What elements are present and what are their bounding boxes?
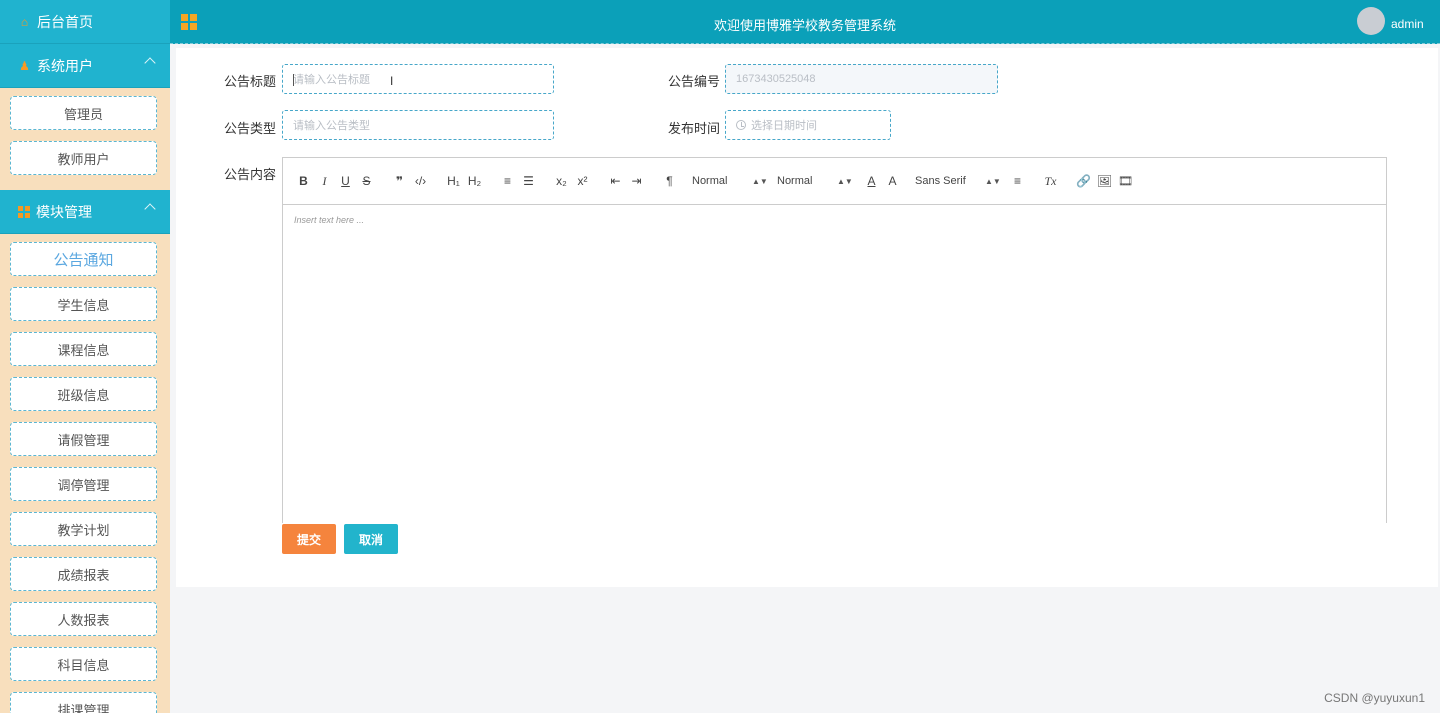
type-label: 公告类型 (224, 121, 277, 136)
align-icon[interactable]: ≡ (1007, 172, 1028, 190)
bullet-list-icon[interactable]: ☰ (518, 172, 539, 190)
sidebar-item-courses[interactable]: 课程信息 (10, 332, 157, 366)
number-value: 1673430525048 (736, 73, 816, 85)
sidebar: ⌂ 后台首页 ♟ 系统用户 管理员 教师用户 模块管理 公告通知 学生信息 课程… (0, 0, 170, 713)
sidebar-sublist-system-users: 管理员 教师用户 (0, 88, 170, 190)
title-input[interactable]: 请输入公告标题 I (282, 64, 554, 94)
video-icon[interactable]: 🎞 (1115, 172, 1136, 190)
sidebar-group-label: 模块管理 (36, 203, 92, 220)
sidebar-group-system-users[interactable]: ♟ 系统用户 (0, 44, 170, 88)
sidebar-home-label: 后台首页 (37, 13, 93, 30)
username[interactable]: admin (1391, 17, 1424, 31)
sidebar-item-notices[interactable]: 公告通知 (10, 242, 157, 276)
editor-toolbar: B I U S ❞ ‹/› H₁ H₂ ≡ ☰ x₂ x² ⇤ ⇥ ¶ Norm… (283, 158, 1386, 205)
sidebar-item-teacher-users[interactable]: 教师用户 (10, 141, 157, 175)
underline-button[interactable]: U (335, 172, 356, 190)
number-label: 公告编号 (668, 74, 721, 89)
sidebar-item-admin[interactable]: 管理员 (10, 96, 157, 130)
blockquote-icon[interactable]: ❞ (389, 172, 410, 190)
code-block-icon[interactable]: ‹/› (410, 172, 431, 190)
time-placeholder: 选择日期时间 (751, 120, 817, 132)
image-icon[interactable]: 🖼 (1094, 172, 1115, 190)
type-placeholder: 请输入公告类型 (293, 120, 370, 132)
sidebar-item-headcount-report[interactable]: 人数报表 (10, 602, 157, 636)
text-direction-icon[interactable]: ¶ (659, 172, 680, 190)
content-label: 公告内容 (224, 167, 277, 182)
type-input[interactable]: 请输入公告类型 (282, 110, 554, 140)
sidebar-item-scheduling[interactable]: 排课管理 (10, 692, 157, 713)
cancel-button[interactable]: 取消 (344, 524, 398, 554)
link-icon[interactable]: 🔗 (1073, 172, 1094, 190)
rich-text-editor: B I U S ❞ ‹/› H₁ H₂ ≡ ☰ x₂ x² ⇤ ⇥ ¶ Norm… (282, 157, 1387, 523)
text-caret (293, 74, 294, 86)
user-icon: ♟ (19, 58, 30, 73)
size-picker[interactable]: Normal ▲▼ (692, 172, 777, 190)
page-title: 欢迎使用博雅学校教务管理系统 (713, 18, 896, 33)
header-picker-label: Normal (777, 175, 813, 187)
background-color-icon[interactable]: A (882, 172, 903, 190)
topbar: 欢迎使用博雅学校教务管理系统 admin (170, 0, 1440, 44)
sidebar-item-home[interactable]: ⌂ 后台首页 (0, 0, 170, 44)
title-label: 公告标题 (224, 74, 277, 89)
sidebar-item-classes[interactable]: 班级信息 (10, 377, 157, 411)
number-input[interactable]: 1673430525048 (725, 64, 998, 94)
text-color-icon[interactable]: A (861, 172, 882, 190)
home-icon: ⌂ (20, 14, 29, 29)
title-placeholder: 请输入公告标题 (293, 74, 370, 86)
font-picker-label: Sans Serif (915, 175, 966, 187)
chevron-up-icon (144, 57, 156, 69)
font-picker[interactable]: Sans Serif ▲▼ (915, 172, 1007, 190)
italic-button[interactable]: I (314, 172, 335, 190)
sidebar-item-students[interactable]: 学生信息 (10, 287, 157, 321)
header-1-button[interactable]: H₁ (443, 172, 464, 190)
header-picker[interactable]: Normal ▲▼ (777, 172, 861, 190)
sidebar-item-leave[interactable]: 请假管理 (10, 422, 157, 456)
indent-icon[interactable]: ⇥ (626, 172, 647, 190)
chevron-up-icon (144, 203, 156, 215)
sidebar-item-subjects[interactable]: 科目信息 (10, 647, 157, 681)
subscript-button[interactable]: x₂ (551, 172, 572, 190)
updown-icon: ▲▼ (752, 176, 768, 186)
header-2-button[interactable]: H₂ (464, 172, 485, 190)
superscript-button[interactable]: x² (572, 172, 593, 190)
sidebar-item-adjust[interactable]: 调停管理 (10, 467, 157, 501)
clock-icon (736, 120, 746, 130)
bold-button[interactable]: B (293, 172, 314, 190)
time-label: 发布时间 (668, 121, 721, 136)
submit-button[interactable]: 提交 (282, 524, 336, 554)
datetime-picker[interactable]: 选择日期时间 (725, 110, 891, 140)
watermark: CSDN @yuyuxun1 (1324, 691, 1425, 705)
editor-placeholder: Insert text here ... (294, 215, 365, 225)
ordered-list-icon[interactable]: ≡ (497, 172, 518, 190)
sidebar-group-modules[interactable]: 模块管理 (0, 190, 170, 234)
updown-icon: ▲▼ (837, 176, 853, 186)
sidebar-sublist-modules: 公告通知 学生信息 课程信息 班级信息 请假管理 调停管理 教学计划 成绩报表 … (0, 234, 170, 713)
form-panel: 公告标题 请输入公告标题 I 公告编号 1673430525048 公告类型 请… (176, 48, 1438, 587)
outdent-icon[interactable]: ⇤ (605, 172, 626, 190)
editor-body[interactable]: Insert text here ... (283, 205, 1386, 235)
strike-button[interactable]: S (356, 172, 377, 190)
avatar[interactable] (1357, 7, 1385, 35)
clean-format-icon[interactable]: Tx (1040, 172, 1061, 190)
sidebar-item-grade-report[interactable]: 成绩报表 (10, 557, 157, 591)
sidebar-item-teaching-plan[interactable]: 教学计划 (10, 512, 157, 546)
updown-icon: ▲▼ (985, 176, 1001, 186)
app-root: ⌂ 后台首页 ♟ 系统用户 管理员 教师用户 模块管理 公告通知 学生信息 课程… (0, 0, 1440, 713)
grid-icon (18, 205, 30, 218)
size-picker-label: Normal (692, 175, 728, 187)
ibeam-cursor-icon: I (390, 74, 394, 88)
sidebar-group-label: 系统用户 (37, 57, 93, 74)
